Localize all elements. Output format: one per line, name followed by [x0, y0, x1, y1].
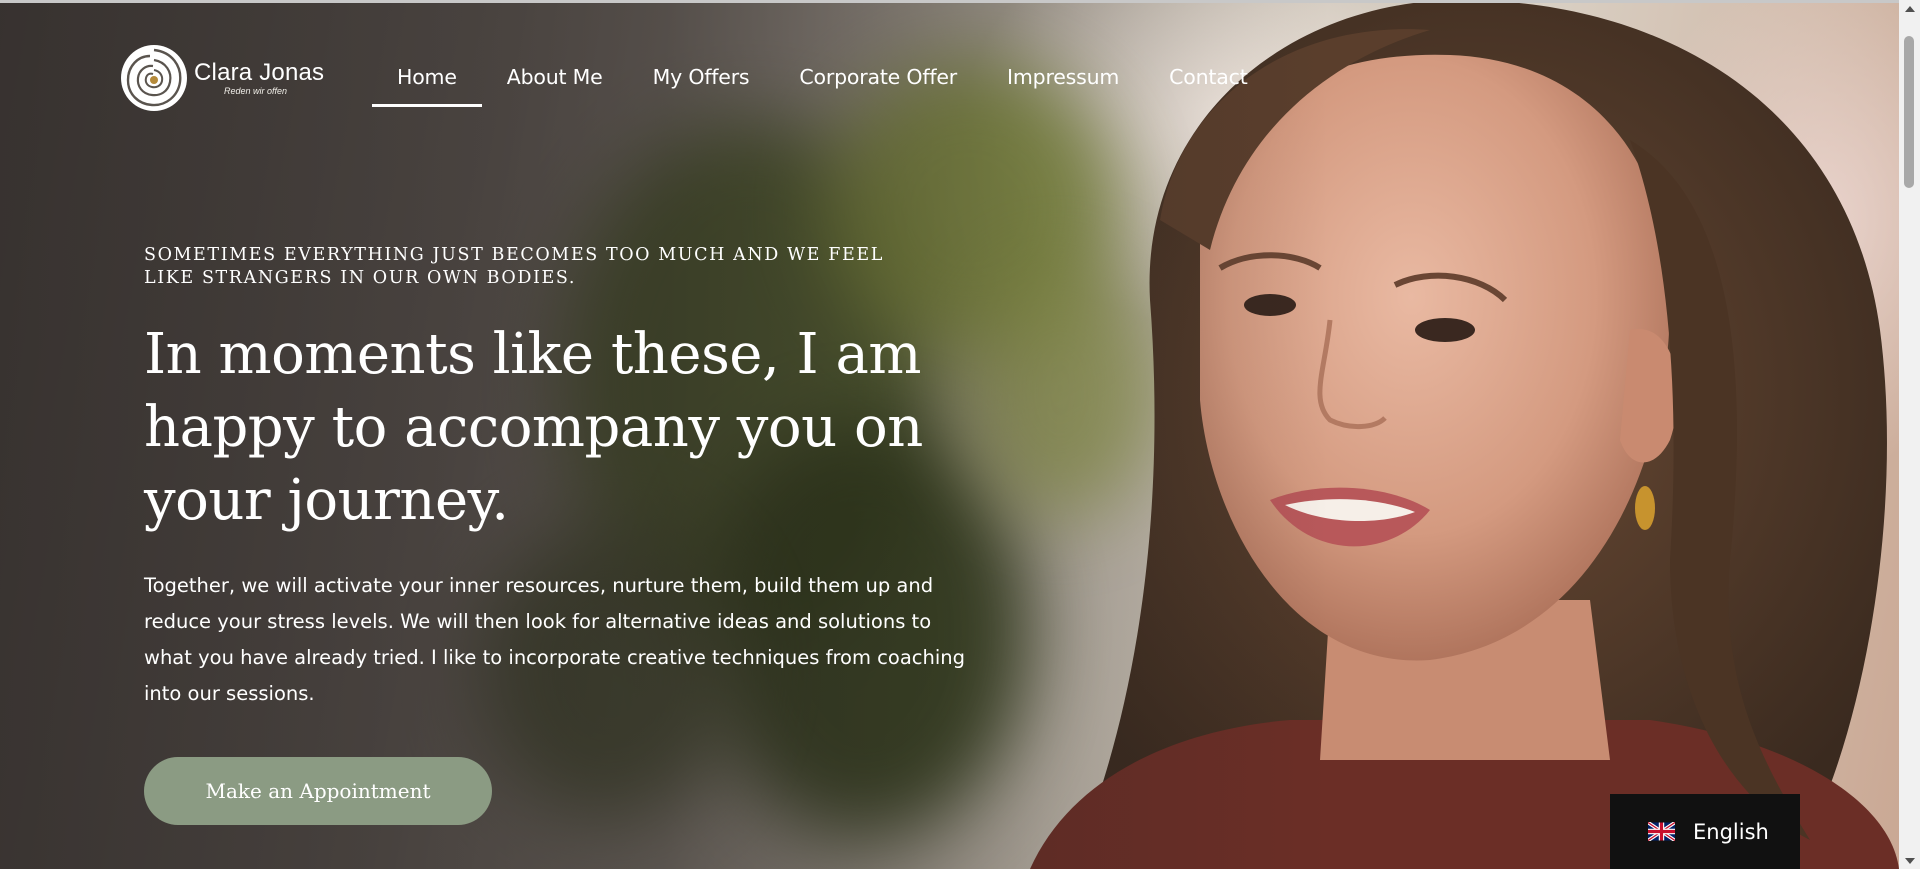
- scrollbar-thumb[interactable]: [1904, 36, 1914, 188]
- language-switcher[interactable]: English: [1610, 794, 1800, 869]
- nav-item-my-offers[interactable]: My Offers: [628, 58, 775, 107]
- main-navigation: Home About Me My Offers Corporate Offer …: [372, 58, 1273, 107]
- nav-item-impressum[interactable]: Impressum: [982, 58, 1144, 107]
- page-scrollbar[interactable]: [1899, 0, 1920, 869]
- rose-logo-icon: [121, 45, 187, 111]
- brand-tagline: Reden wir offen: [224, 86, 288, 96]
- brand-name: Clara Jonas: [194, 59, 325, 86]
- nav-item-home[interactable]: Home: [372, 58, 482, 107]
- site-logo[interactable]: Clara Jonas Reden wir offen: [120, 44, 324, 112]
- language-label: English: [1693, 819, 1769, 844]
- nav-item-corporate-offer[interactable]: Corporate Offer: [774, 58, 982, 107]
- nav-item-about-me[interactable]: About Me: [482, 58, 628, 107]
- scroll-up-arrow-icon[interactable]: [1899, 0, 1920, 17]
- hero-headline: In moments like these, I am happy to acc…: [144, 322, 923, 533]
- nav-item-contact[interactable]: Contact: [1144, 58, 1272, 107]
- hero-eyebrow: Sometimes everything just becomes too mu…: [144, 245, 884, 288]
- scroll-down-arrow-icon[interactable]: [1899, 852, 1920, 869]
- uk-flag-icon: [1648, 822, 1675, 841]
- make-appointment-button[interactable]: Make an Appointment: [144, 757, 492, 825]
- page: Clara Jonas Reden wir offen Home About M…: [0, 0, 1920, 869]
- hero-body-text: Together, we will activate your inner re…: [144, 574, 966, 705]
- browser-top-edge: [0, 0, 1899, 3]
